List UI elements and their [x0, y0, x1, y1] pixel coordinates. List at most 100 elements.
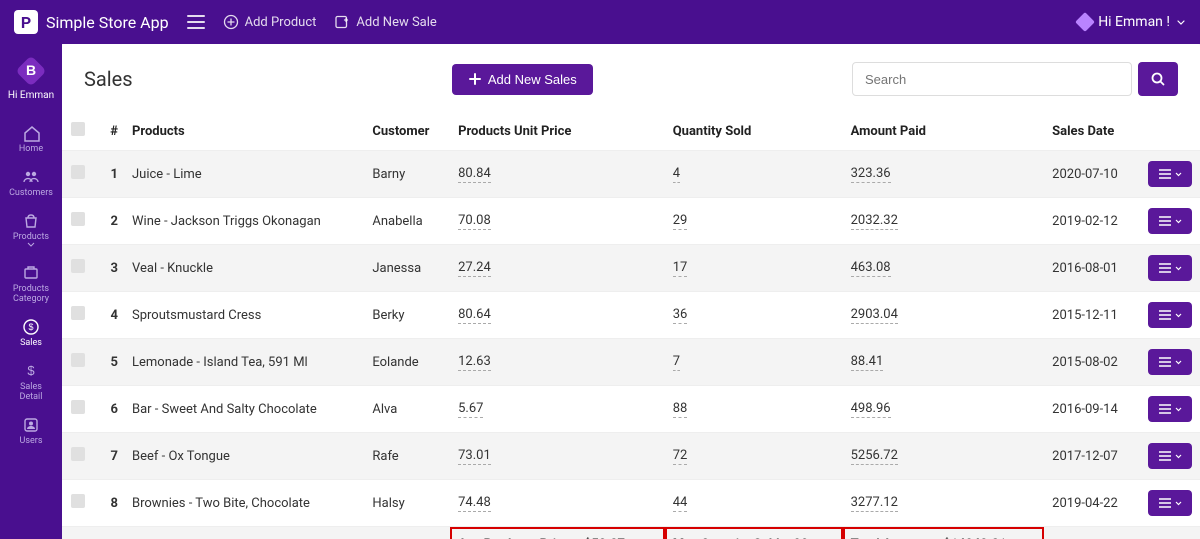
row-amount: 5256.72	[843, 433, 1045, 480]
row-amount: 323.36	[843, 151, 1045, 198]
row-unitprice: 70.08	[450, 198, 665, 245]
col-product[interactable]: Products	[124, 112, 364, 151]
row-checkbox[interactable]	[71, 400, 85, 414]
hamburger-icon	[187, 15, 205, 29]
search-icon	[1150, 71, 1166, 87]
row-qty: 17	[665, 245, 843, 292]
add-new-sales-button[interactable]: Add New Sales	[452, 64, 593, 95]
row-actions-button[interactable]	[1148, 490, 1192, 516]
row-index: 2	[94, 198, 124, 245]
row-unitprice: 5.67	[450, 386, 665, 433]
add-new-sale-link[interactable]: Add New Sale	[334, 14, 436, 30]
row-checkbox[interactable]	[71, 447, 85, 461]
sidebar-brand-icon[interactable]: B Hi Emman	[0, 50, 62, 116]
row-product: Lemonade - Island Tea, 591 Ml	[124, 339, 364, 386]
row-index: 4	[94, 292, 124, 339]
row-checkbox[interactable]	[71, 494, 85, 508]
user-menu[interactable]: Hi Emman !	[1078, 14, 1186, 30]
row-actions-button[interactable]	[1148, 255, 1192, 281]
row-checkbox[interactable]	[71, 259, 85, 273]
products-icon	[22, 212, 40, 230]
row-unitprice: 27.24	[450, 245, 665, 292]
caret-down-icon	[1175, 171, 1182, 178]
products-category-icon	[22, 264, 40, 282]
summary-row: Avg Products Price = $53.07Max Quantity …	[62, 527, 1200, 539]
col-customer[interactable]: Customer	[364, 112, 450, 151]
row-product: Beef - Ox Tongue	[124, 433, 364, 480]
sales-icon: $	[22, 318, 40, 336]
sidebar-greeting: Hi Emman	[0, 90, 62, 102]
summary-avg: Avg Products Price = $53.07	[450, 527, 665, 539]
table-row: 7Beef - Ox TongueRafe73.01725256.722017-…	[62, 433, 1200, 480]
brand-logo: P	[14, 10, 38, 34]
row-index: 1	[94, 151, 124, 198]
row-product: Bar - Sweet And Salty Chocolate	[124, 386, 364, 433]
row-date: 2019-02-12	[1044, 198, 1140, 245]
col-unitprice[interactable]: Products Unit Price	[450, 112, 665, 151]
home-icon	[22, 124, 40, 142]
caret-down-icon	[1175, 453, 1182, 460]
row-actions-button[interactable]	[1148, 443, 1192, 469]
sales-table: # Products Customer Products Unit Price …	[62, 112, 1200, 539]
menu-toggle[interactable]	[187, 15, 205, 29]
svg-text:$: $	[27, 363, 35, 378]
table-row: 8Brownies - Two Bite, ChocolateHalsy74.4…	[62, 480, 1200, 527]
list-icon	[1158, 404, 1172, 414]
row-unitprice: 74.48	[450, 480, 665, 527]
row-actions-button[interactable]	[1148, 161, 1192, 187]
add-product-label: Add Product	[245, 15, 317, 30]
row-customer: Berky	[364, 292, 450, 339]
col-date[interactable]: Sales Date	[1044, 112, 1140, 151]
row-qty: 72	[665, 433, 843, 480]
row-amount: 3277.12	[843, 480, 1045, 527]
row-qty: 4	[665, 151, 843, 198]
caret-down-icon	[1175, 500, 1182, 507]
customers-icon	[22, 168, 40, 186]
sidebar-item-users[interactable]: Users	[9, 408, 53, 452]
row-checkbox[interactable]	[71, 306, 85, 320]
row-customer: Barny	[364, 151, 450, 198]
row-customer: Halsy	[364, 480, 450, 527]
row-actions-button[interactable]	[1148, 302, 1192, 328]
select-all-checkbox[interactable]	[71, 122, 85, 136]
sidebar-item-sales-detail[interactable]: $SalesDetail	[9, 354, 53, 408]
sidebar-item-products-category[interactable]: ProductsCategory	[9, 256, 53, 310]
content: Sales Add New Sales # Products Customer	[62, 44, 1200, 539]
row-date: 2015-08-02	[1044, 339, 1140, 386]
sidebar-item-home[interactable]: Home	[9, 116, 53, 160]
topbar: P Simple Store App Add Product Add New S…	[0, 0, 1200, 44]
row-checkbox[interactable]	[71, 165, 85, 179]
row-actions-button[interactable]	[1148, 208, 1192, 234]
row-customer: Anabella	[364, 198, 450, 245]
search-button[interactable]	[1138, 62, 1178, 96]
row-date: 2019-04-22	[1044, 480, 1140, 527]
page-title: Sales	[84, 67, 133, 91]
row-product: Wine - Jackson Triggs Okonagan	[124, 198, 364, 245]
list-icon	[1158, 498, 1172, 508]
row-unitprice: 80.84	[450, 151, 665, 198]
add-new-sales-label: Add New Sales	[488, 72, 577, 87]
table-row: 1Juice - LimeBarny80.844323.362020-07-10	[62, 151, 1200, 198]
row-checkbox[interactable]	[71, 212, 85, 226]
row-index: 7	[94, 433, 124, 480]
sidebar: B Hi Emman HomeCustomersProductsProducts…	[0, 44, 62, 539]
brand: P Simple Store App	[14, 10, 169, 34]
caret-down-icon	[1175, 265, 1182, 272]
col-qty[interactable]: Quantity Sold	[665, 112, 843, 151]
col-amount[interactable]: Amount Paid	[843, 112, 1045, 151]
sidebar-item-customers[interactable]: Customers	[9, 160, 53, 204]
row-actions-button[interactable]	[1148, 349, 1192, 375]
search-input[interactable]	[852, 62, 1132, 96]
row-qty: 44	[665, 480, 843, 527]
row-index: 8	[94, 480, 124, 527]
row-actions-button[interactable]	[1148, 396, 1192, 422]
row-date: 2016-08-01	[1044, 245, 1140, 292]
row-checkbox[interactable]	[71, 353, 85, 367]
add-product-link[interactable]: Add Product	[223, 14, 317, 30]
sidebar-item-sales[interactable]: $Sales	[9, 310, 53, 354]
list-icon	[1158, 310, 1172, 320]
list-icon	[1158, 169, 1172, 179]
table-row: 4Sproutsmustard CressBerky80.64362903.04…	[62, 292, 1200, 339]
sidebar-item-products[interactable]: Products	[9, 204, 53, 256]
caret-down-icon	[1175, 359, 1182, 366]
